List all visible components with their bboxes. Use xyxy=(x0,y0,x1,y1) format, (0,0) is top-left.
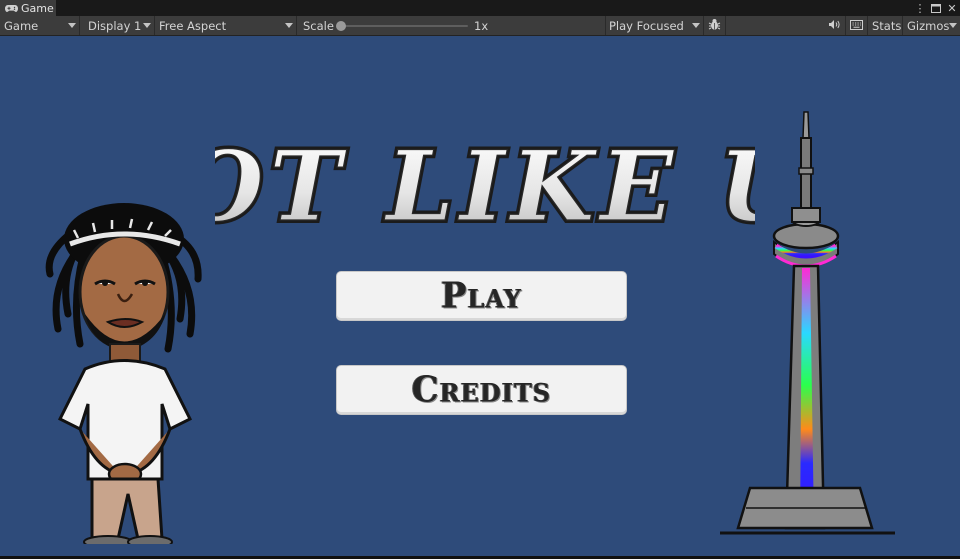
play-mode-dropdown[interactable]: Play Focused xyxy=(605,16,704,35)
speaker-icon xyxy=(828,19,841,33)
gamepad-icon xyxy=(5,4,18,13)
play-mode-label: Play Focused xyxy=(609,18,684,33)
gizmos-dropdown[interactable]: Gizmos xyxy=(903,16,960,35)
credits-button[interactable]: Credits xyxy=(336,365,627,415)
debug-button[interactable] xyxy=(704,16,726,35)
chevron-down-icon xyxy=(143,23,151,28)
chevron-down-icon xyxy=(692,23,700,28)
game-title-text-face: NOT LIKE US xyxy=(215,130,755,238)
display-label: Display 1 xyxy=(88,18,142,33)
keyboard-shortcuts-button[interactable] xyxy=(846,16,868,35)
maximize-icon[interactable] xyxy=(930,1,942,15)
stats-button[interactable]: Stats xyxy=(868,16,903,35)
editor-tab-bar: Game ⋮ ✕ xyxy=(0,0,960,16)
bug-icon xyxy=(708,18,721,34)
window-controls: ⋮ ✕ xyxy=(914,0,958,16)
display-dropdown[interactable]: Display 1 xyxy=(84,16,155,35)
cn-tower-illustration xyxy=(720,111,895,535)
close-icon[interactable]: ✕ xyxy=(946,1,958,15)
credits-button-label: Credits xyxy=(411,369,552,411)
keyboard-icon xyxy=(850,19,863,33)
game-viewport: NOT LIKE US NOT LIKE US Play Credits xyxy=(0,36,960,556)
scale-slider-handle[interactable] xyxy=(336,21,346,31)
more-options-icon[interactable]: ⋮ xyxy=(914,1,926,15)
chevron-down-icon xyxy=(68,23,76,28)
gizmos-label: Gizmos xyxy=(907,18,950,33)
play-button-label: Play xyxy=(441,275,522,317)
view-mode-label: Game xyxy=(4,18,39,33)
scale-value: 1x xyxy=(470,16,606,35)
scale-label: Scale xyxy=(299,16,339,35)
game-view-toolbar: Game Display 1 Free Aspect Scale 1x Play… xyxy=(0,16,960,36)
view-mode-dropdown[interactable]: Game xyxy=(0,16,80,35)
stats-label: Stats xyxy=(872,18,902,33)
scale-value-text: 1x xyxy=(474,18,489,33)
rapper-character-illustration xyxy=(45,203,202,544)
game-tab[interactable]: Game xyxy=(0,0,56,16)
play-button[interactable]: Play xyxy=(336,271,627,321)
chevron-down-icon xyxy=(949,23,957,28)
scale-slider-track[interactable] xyxy=(340,25,468,27)
aspect-label: Free Aspect xyxy=(159,18,227,33)
scale-label-text: Scale xyxy=(303,18,334,33)
chevron-down-icon xyxy=(285,23,293,28)
game-tab-label: Game xyxy=(21,1,54,15)
aspect-dropdown[interactable]: Free Aspect xyxy=(155,16,297,35)
game-title: NOT LIKE US NOT LIKE US xyxy=(215,128,755,238)
mute-audio-button[interactable] xyxy=(824,16,846,35)
